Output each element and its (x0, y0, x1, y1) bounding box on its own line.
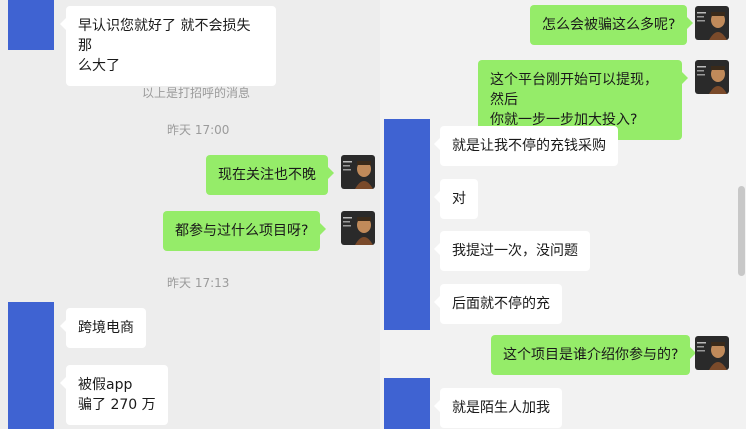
message-bubble-incoming[interactable]: 对 (434, 179, 478, 219)
message-bubble-outgoing[interactable]: 都参与过什么项目呀? (163, 211, 327, 251)
contact-avatar-redacted (384, 119, 430, 330)
self-avatar-icon[interactable] (695, 60, 729, 94)
message-bubble-incoming[interactable]: 就是让我不停的充钱采购 (434, 126, 618, 166)
contact-avatar-redacted (8, 0, 54, 50)
message-bubble-outgoing[interactable]: 这个项目是谁介绍你参与的? (491, 335, 697, 375)
message-bubble-outgoing[interactable]: 现在关注也不晚 (206, 155, 334, 195)
message-bubble-incoming[interactable]: 后面就不停的充 (434, 284, 562, 324)
message-bubble-outgoing[interactable]: 怎么会被骗这么多呢? (530, 5, 694, 45)
self-avatar-icon[interactable] (341, 211, 375, 245)
contact-avatar-redacted (8, 376, 54, 429)
greeting-system-note: 以上是打招呼的消息 (142, 86, 251, 100)
message-bubble-incoming[interactable]: 被假app 骗了 270 万 (60, 365, 168, 425)
self-avatar-icon[interactable] (695, 6, 729, 40)
self-avatar-icon[interactable] (695, 336, 729, 370)
message-bubble-incoming[interactable]: 我提过一次，没问题 (434, 231, 590, 271)
timestamp-label: 昨天 17:13 (167, 276, 230, 290)
contact-avatar-redacted (384, 378, 430, 429)
left-chat-pane: 早认识您就好了 就不会损失那 么大了 以上是打招呼的消息 昨天 17:00 现在… (0, 0, 380, 429)
self-avatar-icon[interactable] (341, 155, 375, 189)
message-bubble-incoming[interactable]: 跨境电商 (60, 308, 146, 348)
contact-avatar-redacted (8, 302, 54, 376)
message-bubble-incoming[interactable]: 就是陌生人加我 (434, 388, 562, 428)
chat-scrollbar[interactable] (738, 186, 745, 276)
timestamp-label: 昨天 17:00 (167, 123, 230, 137)
message-bubble-incoming[interactable]: 早认识您就好了 就不会损失那 么大了 (60, 6, 276, 86)
right-chat-pane: 怎么会被骗这么多呢? 这个平台刚开始可以提现，然后 你就一步一步加大投入? 就是… (380, 0, 746, 429)
